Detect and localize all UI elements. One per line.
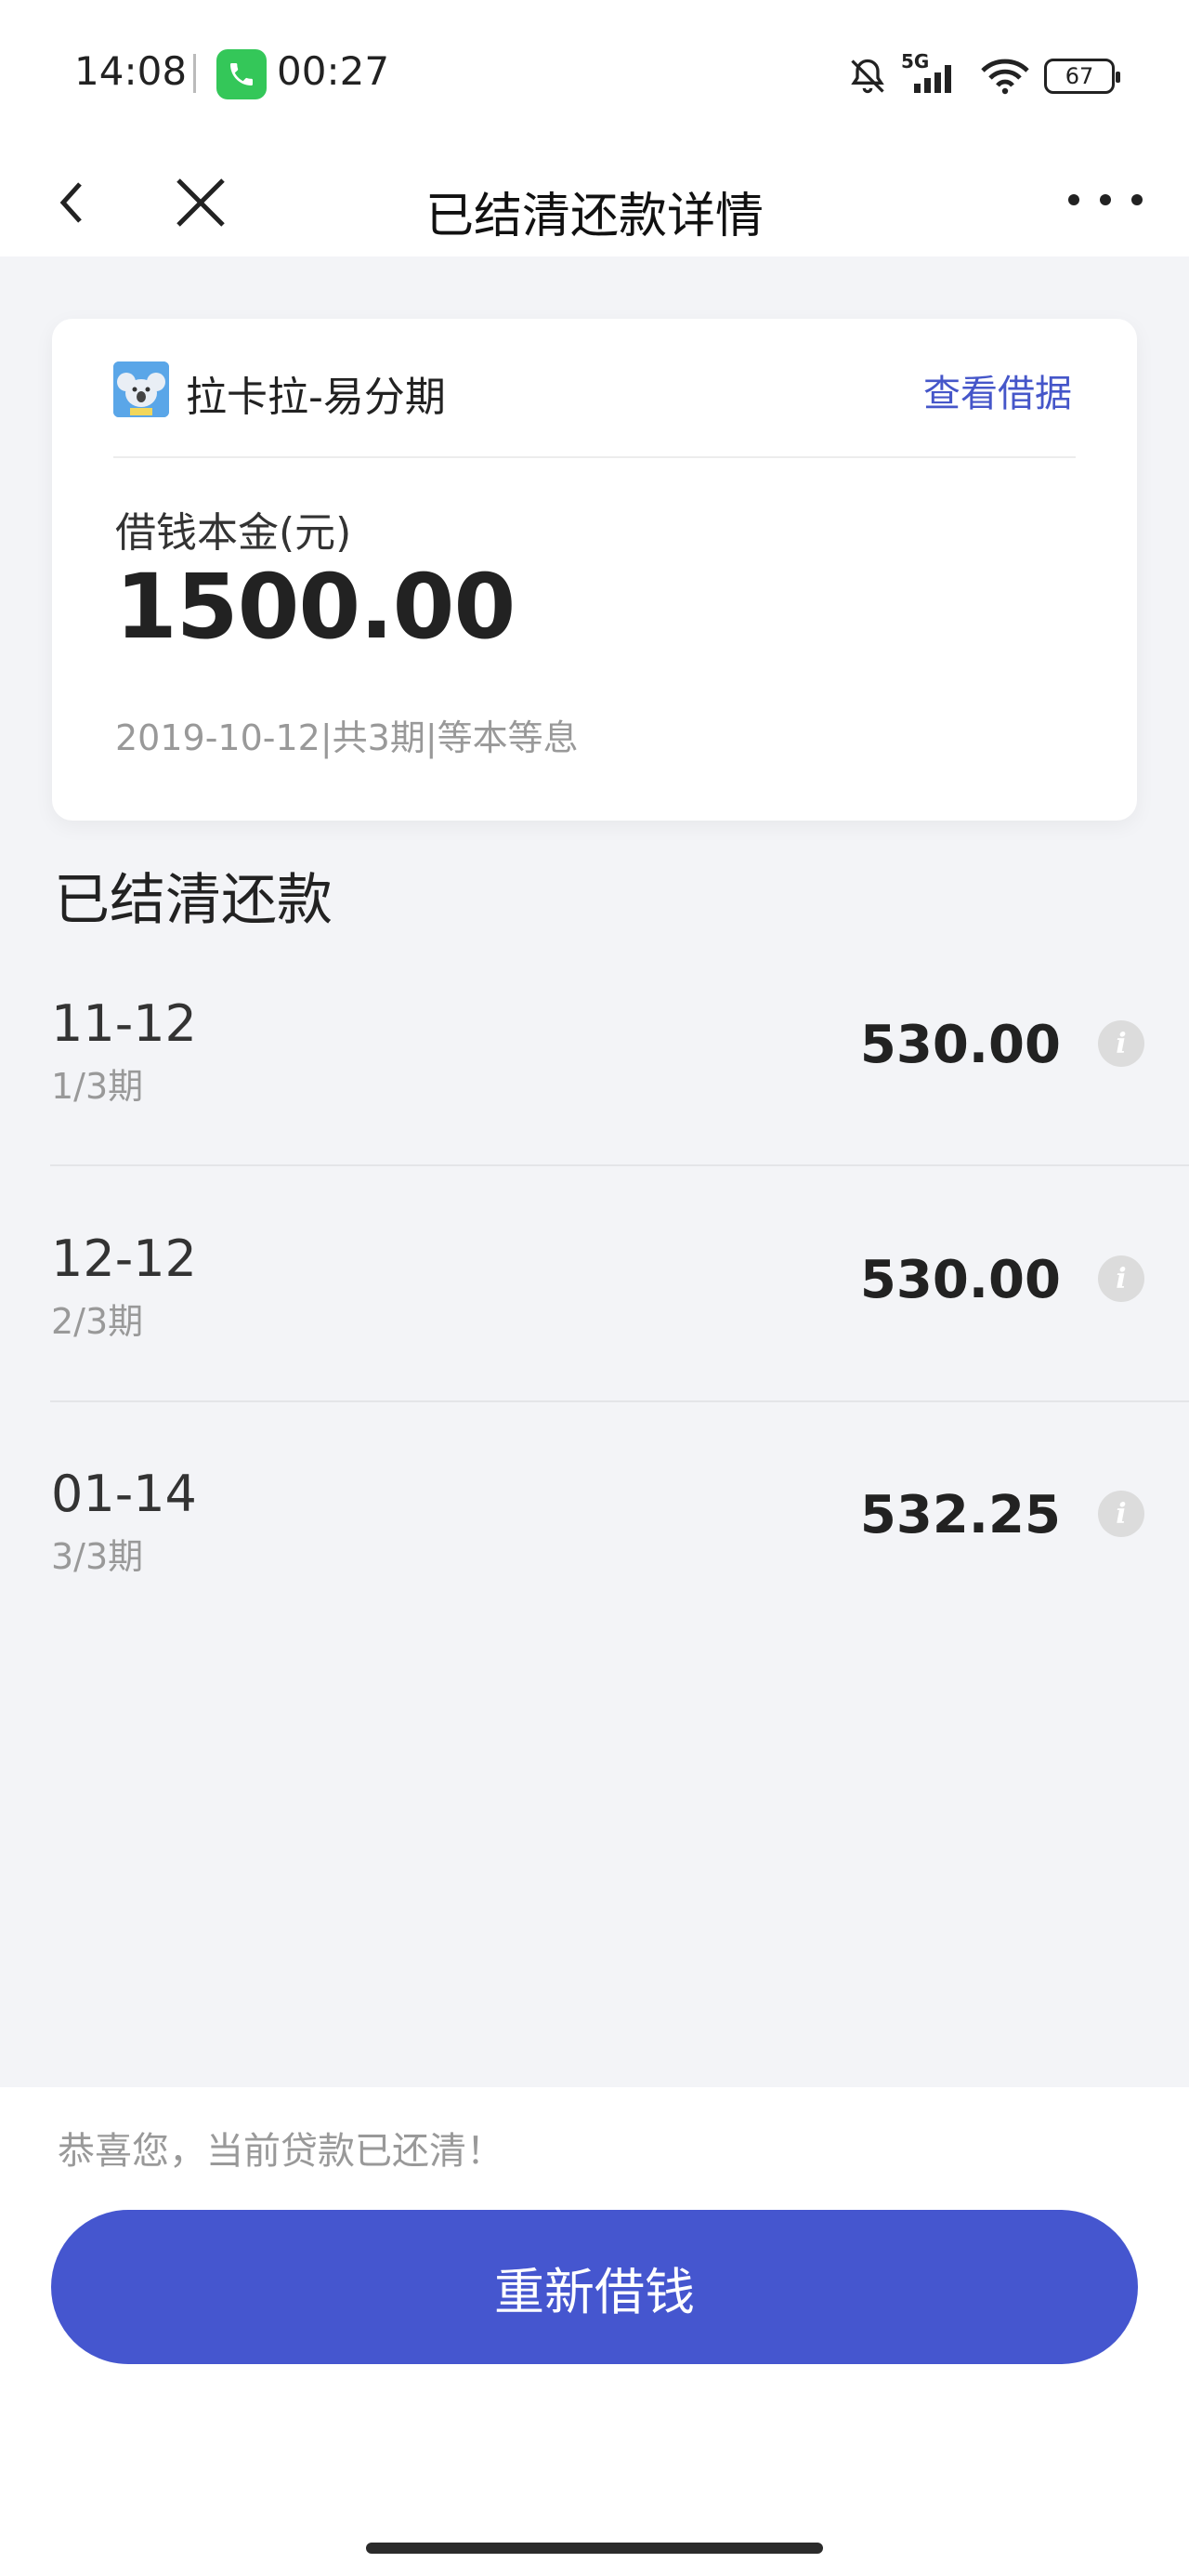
- row-divider: [50, 1164, 1189, 1166]
- repayment-period: 3/3期: [51, 1536, 144, 1577]
- phone-call-icon[interactable]: [216, 49, 267, 99]
- nav-bar: 已结清还款详情: [0, 149, 1189, 256]
- repayment-amount: 530.00: [859, 1250, 1061, 1310]
- status-divider: [193, 54, 196, 93]
- status-icons: 5G 67: [847, 48, 1120, 104]
- view-receipt-link[interactable]: 查看借据: [923, 363, 1072, 417]
- principal-amount: 1500.00: [115, 555, 516, 659]
- loan-meta: 2019-10-12|共3期|等本等息: [115, 717, 579, 758]
- more-icon[interactable]: [1068, 186, 1143, 214]
- status-bar: 14:08 00:27 5G 67: [0, 0, 1189, 149]
- battery-icon: 67: [1044, 59, 1120, 94]
- bottom-panel: 恭喜您，当前贷款已还清！ 重新借钱: [0, 2087, 1189, 2576]
- congrats-text: 恭喜您，当前贷款已还清！: [58, 2130, 503, 2173]
- wifi-icon: [981, 59, 1029, 95]
- card-divider: [113, 456, 1076, 458]
- call-duration: 00:27: [277, 48, 390, 94]
- signal-icon: 5G: [901, 50, 966, 97]
- battery-level: 67: [1065, 63, 1094, 89]
- repayment-period: 1/3期: [51, 1066, 144, 1107]
- info-icon[interactable]: i: [1098, 1491, 1144, 1537]
- info-icon[interactable]: i: [1098, 1255, 1144, 1302]
- koala-logo-icon: [113, 361, 169, 417]
- repayment-date: 11-12: [51, 994, 197, 1053]
- reborrow-button[interactable]: 重新借钱: [51, 2210, 1138, 2364]
- repayment-row: 11-12 1/3期 530.00 i: [0, 994, 1189, 1230]
- page-title: 已结清还款详情: [425, 189, 764, 244]
- repayment-row: 12-12 2/3期 530.00 i: [0, 1229, 1189, 1465]
- principal-label: 借钱本金(元): [115, 509, 352, 557]
- repayment-amount: 530.00: [859, 1015, 1061, 1075]
- repayment-period: 2/3期: [51, 1301, 144, 1342]
- repayment-row: 01-14 3/3期 532.25 i: [0, 1465, 1189, 1701]
- home-indicator[interactable]: [366, 2543, 823, 2554]
- loan-card: 拉卡拉-易分期 查看借据 借钱本金(元) 1500.00 2019-10-12|…: [52, 319, 1137, 821]
- repayment-amount: 532.25: [859, 1485, 1061, 1545]
- lender-name: 拉卡拉-易分期: [186, 374, 446, 421]
- info-icon[interactable]: i: [1098, 1020, 1144, 1067]
- row-divider: [50, 1400, 1189, 1402]
- status-time: 14:08: [74, 48, 188, 94]
- mute-bell-icon: [851, 59, 884, 94]
- repayment-date: 01-14: [51, 1465, 197, 1523]
- section-title: 已结清还款: [54, 868, 333, 933]
- repayment-date: 12-12: [51, 1229, 197, 1288]
